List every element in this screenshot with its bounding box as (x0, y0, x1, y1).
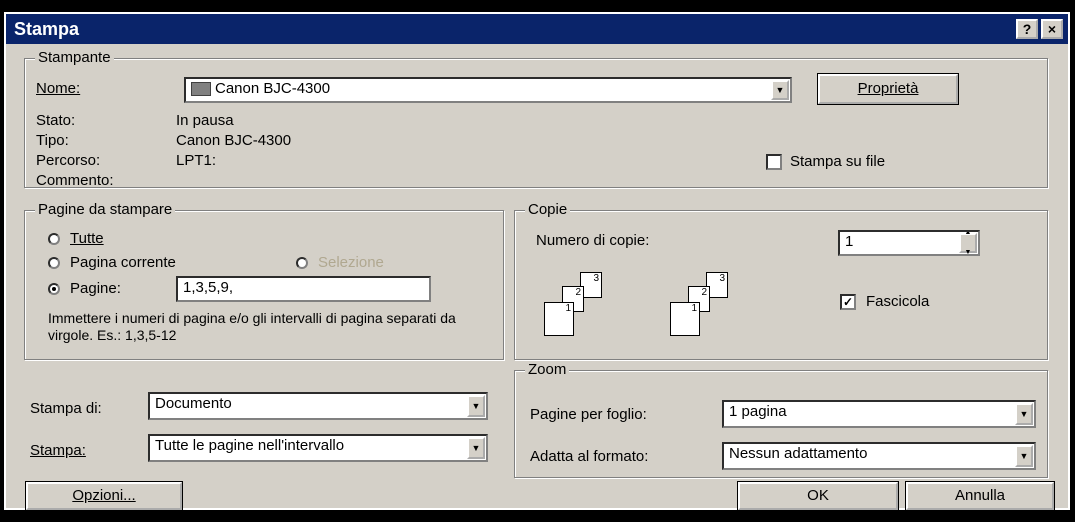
radio-current-label: Pagina corrente (70, 254, 176, 271)
copies-group-label: Copie (525, 201, 571, 218)
path-value: LPT1: (176, 152, 217, 169)
print-range-select[interactable]: Tutte le pagine nell'intervallo ▼ (148, 434, 488, 462)
printer-icon (191, 82, 211, 97)
chevron-down-icon[interactable]: ▼ (771, 80, 789, 100)
scale-select[interactable]: Nessun adattamento ▼ (722, 442, 1036, 470)
radio-current-indicator[interactable] (48, 257, 60, 270)
comment-label: Commento: (36, 172, 114, 189)
status-label: Stato: (36, 112, 76, 129)
page-1-icon: 1 (544, 302, 574, 336)
options-button-label: Opzioni... (72, 487, 136, 504)
status-value: In pausa (176, 112, 234, 129)
properties-button[interactable]: Proprietà (817, 73, 959, 105)
path-label: Percorso: (36, 152, 101, 169)
radio-current-page[interactable]: Pagina corrente (48, 254, 176, 271)
scale-value: Nessun adattamento (729, 445, 868, 462)
radio-all-indicator[interactable] (48, 233, 60, 246)
properties-button-label: Proprietà (857, 80, 919, 97)
pages-input[interactable]: 1,3,5,9, (176, 276, 431, 302)
print-range-value: Tutte le pagine nell'intervallo (155, 437, 345, 454)
cancel-button[interactable]: Annulla (905, 481, 1055, 511)
type-value: Canon BJC-4300 (176, 132, 292, 149)
chevron-down-icon[interactable]: ▼ (467, 395, 485, 417)
radio-selection: Selezione (296, 254, 384, 271)
radio-all[interactable]: Tutte (48, 230, 104, 247)
radio-pages-label: Pagine: (70, 280, 121, 297)
pages-per-sheet-label: Pagine per foglio: (530, 406, 647, 423)
chevron-down-icon[interactable]: ▼ (467, 437, 485, 459)
radio-all-label: Tutte (70, 230, 104, 247)
page-1b-icon: 1 (670, 302, 700, 336)
type-label: Tipo: (36, 132, 69, 149)
printer-group-label: Stampante (35, 49, 114, 66)
print-what-select[interactable]: Documento ▼ (148, 392, 488, 420)
print-what-label: Stampa di: (30, 400, 102, 417)
radio-selection-label: Selezione (318, 254, 384, 271)
print-to-file-checkbox[interactable] (766, 154, 782, 170)
scale-label: Adatta al formato: (530, 448, 649, 465)
pages-per-sheet-select[interactable]: 1 pagina ▼ (722, 400, 1036, 428)
copies-count-label: Numero di copie: (536, 232, 650, 249)
print-to-file-label: Stampa su file (790, 153, 886, 170)
chevron-down-icon[interactable]: ▼ (1015, 445, 1033, 467)
pages-hint: Immettere i numeri di pagina e/o gli int… (48, 310, 456, 343)
close-button[interactable]: × (1041, 19, 1063, 39)
spinner-arrows-icon[interactable]: ▲ ▼ (959, 232, 977, 254)
collate-label: Fascicola (866, 293, 930, 310)
copies-spinner[interactable]: 1 ▲ ▼ (838, 230, 980, 256)
radio-pages[interactable]: Pagine: (48, 280, 121, 297)
printer-name-label: Nome: (36, 80, 81, 97)
radio-pages-indicator[interactable] (48, 283, 60, 296)
printer-name-select[interactable]: Canon BJC-4300 ▼ (184, 77, 792, 103)
ok-button[interactable]: OK (737, 481, 899, 511)
help-button[interactable]: ? (1016, 19, 1038, 39)
collate-checkbox[interactable]: ✓ (840, 294, 856, 310)
options-button[interactable]: Opzioni... (25, 481, 183, 511)
chevron-down-icon[interactable]: ▼ (1015, 403, 1033, 425)
copies-count-value: 1 (845, 233, 854, 250)
print-what-value: Documento (155, 395, 232, 412)
pages-per-sheet-value: 1 pagina (729, 403, 787, 420)
zoom-group-label: Zoom (525, 361, 570, 378)
page-range-group-label: Pagine da stampare (35, 201, 176, 218)
dialog-title: Stampa (14, 18, 80, 39)
print-dialog: Stampa ? × Stampante Nome: Canon BJC-430… (4, 12, 1070, 511)
title-bar: Stampa ? × (6, 14, 1068, 44)
radio-selection-indicator (296, 257, 308, 270)
print-label: Stampa: (30, 442, 86, 459)
printer-name-value: Canon BJC-4300 (215, 80, 331, 97)
